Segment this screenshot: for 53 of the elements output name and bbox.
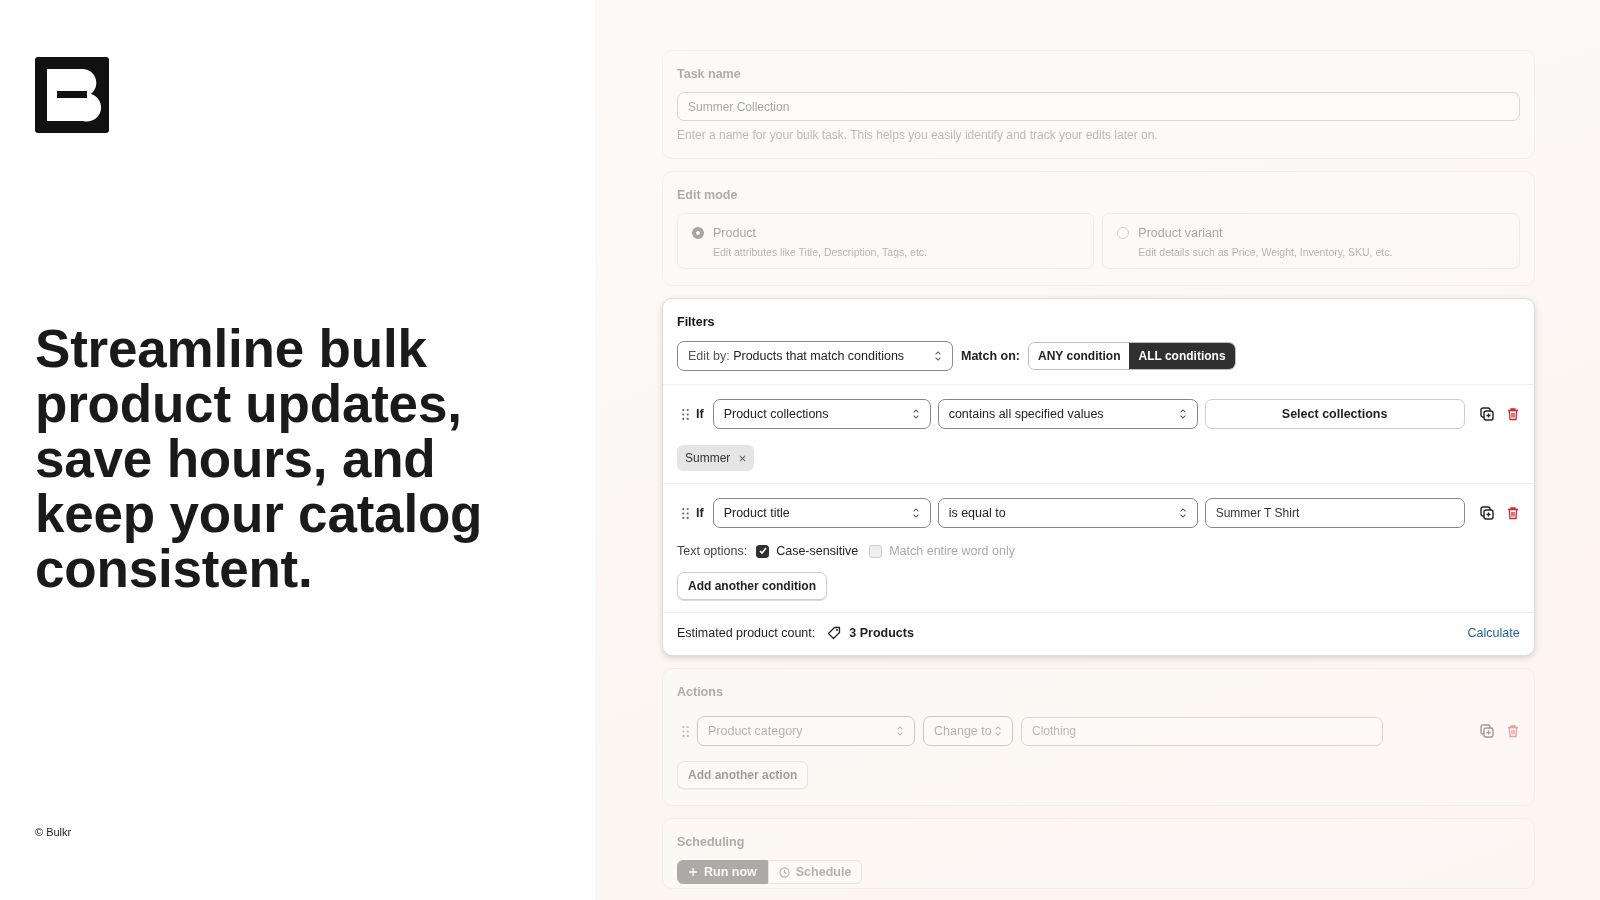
chevron-updown-icon	[911, 408, 920, 420]
headline: Streamline bulk product updates, save hours, and keep your catalog consistent.	[35, 321, 484, 596]
section-title: Task name	[677, 67, 741, 81]
chevron-updown-icon	[896, 725, 904, 737]
clock-icon	[778, 866, 790, 878]
drag-handle-icon[interactable]	[682, 725, 689, 737]
filter-tag: Summer	[677, 445, 755, 471]
radio-button[interactable]	[692, 227, 704, 239]
duplicate-icon[interactable]	[1479, 407, 1494, 421]
calculate-link[interactable]: Calculate	[1467, 626, 1520, 640]
drag-handle-icon[interactable]	[682, 408, 689, 420]
operator-dropdown[interactable]: contains all specified values	[937, 399, 1198, 429]
section-title: Actions	[677, 685, 723, 699]
plus-icon	[688, 867, 698, 877]
section-title: Edit mode	[677, 188, 738, 202]
match-on-label: Match on:	[961, 349, 1021, 363]
chevron-updown-icon	[994, 725, 1002, 737]
logo-icon	[35, 57, 109, 133]
section-title: Scheduling	[677, 835, 745, 849]
operator-dropdown[interactable]: is equal to	[937, 498, 1198, 528]
duplicate-icon[interactable]	[1479, 506, 1494, 520]
edit-by-dropdown[interactable]: Edit by: Products that match conditions	[677, 341, 953, 371]
count-label: Estimated product count:	[677, 626, 816, 640]
help-text: Enter a name for your bulk task. This helps you easily identify and track your edits later on.	[677, 128, 1158, 142]
option-description: Edit details such as Price, Weight, Inventory, SKU, etc.	[1138, 246, 1393, 258]
trash-icon[interactable]	[1505, 506, 1520, 520]
product-count: 3 Products	[849, 626, 914, 640]
add-condition-button[interactable]: Add another condition	[677, 572, 827, 600]
if-label: If	[696, 506, 704, 520]
select-collections-button[interactable]: Select collections	[1204, 399, 1465, 429]
drag-handle-icon[interactable]	[682, 507, 689, 519]
section-title: Filters	[677, 315, 715, 329]
field-dropdown[interactable]: Product collections	[712, 399, 931, 429]
checkbox[interactable]	[756, 544, 770, 558]
checkbox-label: Match entire word only	[889, 544, 1015, 558]
text-options-label: Text options:	[677, 544, 748, 558]
radio-button[interactable]	[1117, 227, 1130, 239]
if-label: If	[696, 407, 704, 421]
tag-icon	[827, 626, 842, 640]
option-title: Product	[713, 226, 758, 240]
match-option-button[interactable]: ALL conditions	[1129, 343, 1235, 369]
option-description: Edit attributes like Title, Description, Tags, etc.	[713, 246, 927, 258]
chevron-updown-icon	[1178, 507, 1187, 519]
copyright-text: © Bulkr	[35, 826, 72, 838]
checkbox-label: Case-sensitive	[776, 544, 859, 558]
close-icon[interactable]	[739, 454, 747, 462]
chevron-updown-icon	[1178, 408, 1187, 420]
chevron-updown-icon	[934, 350, 942, 362]
trash-icon[interactable]	[1505, 407, 1520, 421]
field-dropdown[interactable]: Product title	[712, 498, 931, 528]
chevron-updown-icon	[911, 507, 920, 519]
value-field[interactable]: Summer T Shirt	[1204, 498, 1465, 528]
option-title: Product variant	[1138, 226, 1224, 240]
